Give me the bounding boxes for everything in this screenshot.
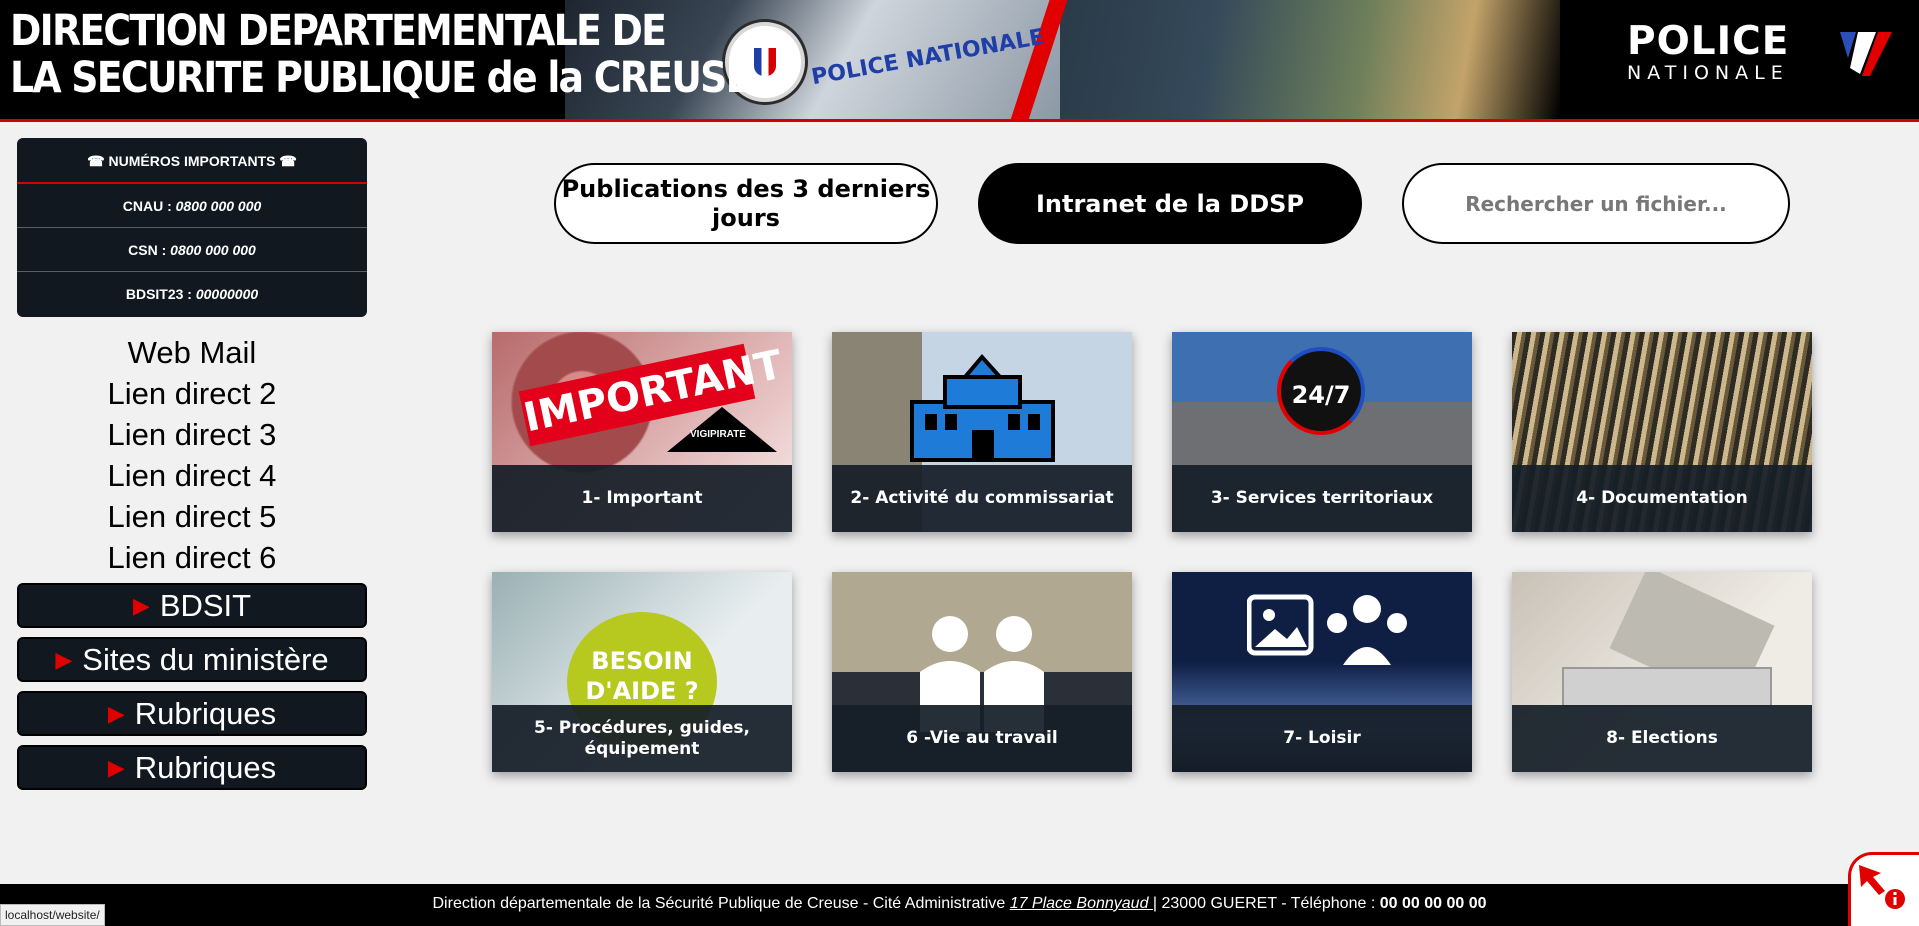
menu-button-rubriques-1[interactable]: ▶ Rubriques	[17, 691, 367, 736]
header-banner: POLICE NATIONALE DIRECTION DEPARTEMENTAL…	[0, 0, 1919, 122]
menu-button-rubriques-2[interactable]: ▶ Rubriques	[17, 745, 367, 790]
number-label: CSN :	[128, 242, 171, 258]
menu-button-label: Sites du ministère	[82, 642, 329, 677]
number-row-cnau: CNAU : 0800 000 000	[17, 184, 367, 228]
tile-caption: 3- Services territoriaux	[1172, 465, 1472, 532]
site-title-line1: DIRECTION DEPARTEMENTALE DE	[10, 6, 667, 56]
link-direct-5[interactable]: Lien direct 5	[17, 496, 367, 537]
footer: Direction départementale de la Sécurité …	[0, 884, 1919, 926]
tile-caption: 6 -Vie au travail	[832, 705, 1132, 772]
tricolor-flag-icon	[1840, 32, 1892, 76]
intranet-button[interactable]: Intranet de la DDSP	[978, 163, 1362, 244]
browser-status-url: localhost/website/	[0, 904, 105, 926]
file-search-input[interactable]	[1436, 191, 1756, 216]
tile-caption: 4- Documentation	[1512, 465, 1812, 532]
triangle-right-icon: ▶	[107, 755, 125, 780]
tile-caption: 2- Activité du commissariat	[832, 465, 1132, 532]
triangle-right-icon: ▶	[107, 701, 125, 726]
cursor-info-icon	[1859, 865, 1905, 909]
tile-caption: 1- Important	[492, 465, 792, 532]
footer-text-2: | 23000 GUERET - Téléphone :	[1152, 895, 1380, 912]
tile-activite-commissariat[interactable]: 2- Activité du commissariat	[832, 332, 1132, 532]
triangle-right-icon: ▶	[132, 593, 150, 618]
tile-important[interactable]: IMPORTANT VIGIPIRATE 1- Important	[492, 332, 792, 532]
tile-vie-au-travail[interactable]: 6 -Vie au travail	[832, 572, 1132, 772]
tile-loisir[interactable]: 7- Loisir	[1172, 572, 1472, 772]
link-direct-4[interactable]: Lien direct 4	[17, 455, 367, 496]
tile-caption: 5- Procédures, guides, équipement	[492, 705, 792, 772]
tile-elections[interactable]: 8- Elections	[1512, 572, 1812, 772]
menu-button-bdsit[interactable]: ▶ BDSIT	[17, 583, 367, 628]
number-value: 00000000	[195, 286, 259, 302]
assistance-widget[interactable]	[1848, 852, 1919, 926]
number-label: BDSIT23 :	[125, 286, 196, 302]
number-value: 0800 000 000	[175, 198, 262, 214]
police-station-icon	[910, 353, 1055, 462]
publications-button[interactable]: Publications des 3 derniers jours	[554, 163, 938, 244]
site-title-line2: LA SECURITE PUBLIQUE de la CREUSE	[10, 53, 752, 103]
menu-button-label: Rubriques	[134, 750, 277, 785]
direct-links: Web Mail Lien direct 2 Lien direct 3 Lie…	[17, 332, 367, 578]
important-numbers-title: ☎ NUMÉROS IMPORTANTS ☎	[17, 138, 367, 184]
ballot-box	[1562, 667, 1772, 707]
triangle-right-icon: ▶	[55, 647, 73, 672]
number-row-csn: CSN : 0800 000 000	[17, 228, 367, 272]
number-value: 0800 000 000	[170, 242, 256, 258]
footer-text-1: Direction départementale de la Sécurité …	[432, 895, 1010, 912]
link-direct-6[interactable]: Lien direct 6	[17, 537, 367, 578]
menu-button-label: Rubriques	[134, 696, 277, 731]
link-direct-2[interactable]: Lien direct 2	[17, 373, 367, 414]
number-label: CNAU :	[122, 198, 176, 214]
logo-text-nationale: NATIONALE	[1627, 62, 1789, 84]
header-photo-officer	[1060, 0, 1560, 119]
24-7-icon: 24/7	[1277, 347, 1365, 435]
police-nationale-logo: POLICE NATIONALE	[1627, 19, 1790, 85]
site-title[interactable]: DIRECTION DEPARTEMENTALE DE LA SECURITE …	[10, 6, 752, 103]
tile-services-territoriaux[interactable]: 24/7 3- Services territoriaux	[1172, 332, 1472, 532]
tile-procedures-guides[interactable]: BESOIN D'AIDE ? 5- Procédures, guides, é…	[492, 572, 792, 772]
footer-address-link[interactable]: 17 Place Bonnyaud	[1010, 895, 1153, 912]
menu-button-label: BDSIT	[159, 588, 252, 623]
menu-button-sites-ministere[interactable]: ▶ Sites du ministère	[17, 637, 367, 682]
tile-caption: 8- Elections	[1512, 705, 1812, 772]
important-numbers-panel: ☎ NUMÉROS IMPORTANTS ☎ CNAU : 0800 000 0…	[17, 138, 367, 317]
gallery-group-icon	[1247, 594, 1407, 665]
link-direct-3[interactable]: Lien direct 3	[17, 414, 367, 455]
vigipirate-icon: VIGIPIRATE	[667, 407, 777, 452]
tile-documentation[interactable]: 4- Documentation	[1512, 332, 1812, 532]
link-web-mail[interactable]: Web Mail	[17, 332, 367, 373]
logo-text-police: POLICE	[1627, 19, 1790, 64]
number-row-bdsit23: BDSIT23 : 00000000	[17, 272, 367, 316]
footer-phone: 00 00 00 00 00	[1379, 895, 1487, 912]
vigipirate-label: VIGIPIRATE	[690, 429, 746, 440]
file-search-box[interactable]	[1402, 163, 1790, 244]
tile-caption: 7- Loisir	[1172, 705, 1472, 772]
